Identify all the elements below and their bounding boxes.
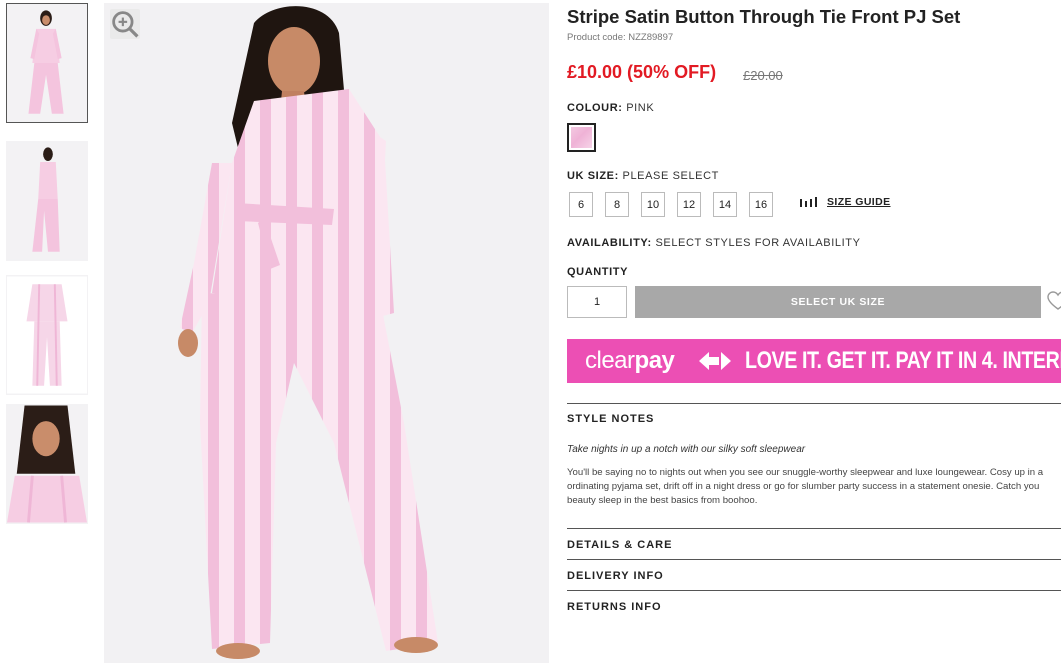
colour-value: PINK — [626, 102, 655, 114]
thumbnail-side-image — [7, 142, 87, 260]
thumbnail-closeup-image — [7, 405, 87, 523]
size-options: 6 8 10 12 14 16 — [569, 192, 785, 217]
description-line: beauty sleep in the best basics from boo… — [567, 495, 758, 506]
product-title: Stripe Satin Button Through Tie Front PJ… — [567, 6, 961, 27]
thumbnail-side[interactable] — [6, 141, 88, 261]
clearpay-banner[interactable]: clearpay LOVE IT. GET IT. PAY IT IN 4. I… — [567, 339, 1061, 383]
size-option-6[interactable]: 6 — [569, 192, 593, 217]
thumbnail-flatlay[interactable] — [6, 275, 88, 395]
style-notes-heading[interactable]: STYLE NOTES — [567, 413, 654, 425]
divider — [567, 528, 1061, 529]
product-code: Product code: NZZ89897 — [567, 32, 674, 43]
divider — [567, 590, 1061, 591]
returns-info-heading[interactable]: RETURNS INFO — [567, 601, 662, 613]
divider — [567, 559, 1061, 560]
style-notes-description: You'll be saying no to nights out when y… — [567, 466, 1061, 508]
size-value: PLEASE SELECT — [622, 170, 719, 182]
add-to-bag-button[interactable]: SELECT UK SIZE — [635, 286, 1041, 318]
availability-value: SELECT STYLES FOR AVAILABILITY — [655, 237, 861, 249]
size-option-8[interactable]: 8 — [605, 192, 629, 217]
size-label-text: UK SIZE: — [567, 170, 619, 182]
wishlist-button[interactable] — [1047, 290, 1061, 317]
description-line: ordinating pyjama set, drift off in a ni… — [567, 481, 1040, 492]
ruler-icon — [800, 196, 817, 207]
main-product-image[interactable] — [104, 3, 549, 663]
size-label: UK SIZE: PLEASE SELECT — [567, 170, 719, 182]
size-option-16[interactable]: 16 — [749, 192, 773, 217]
colour-swatch-pink[interactable] — [567, 123, 596, 152]
thumbnail-closeup[interactable] — [6, 404, 88, 524]
clearpay-tagline: LOVE IT. GET IT. PAY IT IN 4. INTEREST F… — [745, 347, 1061, 374]
thumbnail-front[interactable] — [6, 3, 88, 123]
thumbnail-flatlay-image — [7, 276, 87, 394]
availability-label: AVAILABILITY: SELECT STYLES FOR AVAILABI… — [567, 237, 861, 249]
quantity-input[interactable] — [567, 286, 627, 318]
quantity-label-text: QUANTITY — [567, 266, 629, 278]
zoom-icon — [112, 11, 139, 38]
original-price: £20.00 — [743, 68, 783, 83]
model-image — [104, 3, 549, 663]
details-care-heading[interactable]: DETAILS & CARE — [567, 539, 672, 551]
size-option-10[interactable]: 10 — [641, 192, 665, 217]
delivery-info-heading[interactable]: DELIVERY INFO — [567, 570, 664, 582]
clearpay-logo: clearpay — [585, 347, 675, 375]
description-line: You'll be saying no to nights out when y… — [567, 467, 1044, 478]
thumbnail-front-image — [7, 4, 87, 122]
heart-icon — [1047, 291, 1061, 310]
clearpay-logo-bold: pay — [634, 347, 675, 374]
sale-price: £10.00 (50% OFF) — [567, 62, 717, 82]
zoom-button[interactable] — [110, 9, 140, 39]
size-guide-label: SIZE GUIDE — [827, 196, 891, 208]
style-notes-tagline: Take nights in up a notch with our silky… — [567, 444, 806, 455]
size-option-12[interactable]: 12 — [677, 192, 701, 217]
colour-label-text: COLOUR: — [567, 102, 623, 114]
quantity-label: QUANTITY — [567, 266, 628, 278]
product-details-panel: Stripe Satin Button Through Tie Front PJ… — [567, 0, 1061, 663]
availability-label-text: AVAILABILITY: — [567, 237, 652, 249]
size-option-14[interactable]: 14 — [713, 192, 737, 217]
swatch-fill — [571, 127, 592, 148]
size-guide-link[interactable]: SIZE GUIDE — [799, 196, 891, 208]
clearpay-arrows-icon — [699, 352, 731, 370]
clearpay-logo-light: clear — [585, 347, 635, 374]
divider — [567, 403, 1061, 404]
colour-label: COLOUR: PINK — [567, 102, 654, 114]
